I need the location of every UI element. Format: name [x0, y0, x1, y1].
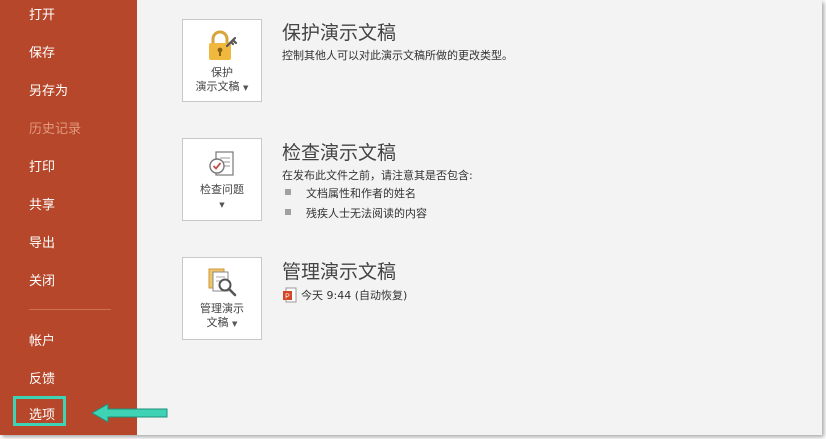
checklist-icon: [209, 151, 234, 176]
inspect-section-description: 在发布此文件之前，请注意其是否包含:: [282, 169, 473, 182]
sidebar-item-save-as[interactable]: 另存为: [29, 80, 68, 99]
backstage-sidebar: 打开 保存 另存为 历史记录 打印 共享 导出 关闭 帐户 反馈 选项: [0, 0, 137, 435]
sidebar-item-export[interactable]: 导出: [29, 232, 55, 251]
inspect-section-title: 检查演示文稿: [282, 142, 397, 164]
protect-section-description: 控制其他人可以对此演示文稿所做的更改类型。: [282, 49, 513, 62]
sidebar-divider: [29, 309, 111, 310]
lock-key-icon: [209, 30, 238, 60]
options-highlight-box: [13, 396, 66, 426]
sidebar-item-feedback[interactable]: 反馈: [29, 368, 55, 387]
sidebar-item-close[interactable]: 关闭: [29, 270, 55, 289]
protect-section-title: 保护演示文稿: [282, 22, 397, 44]
manage-section-title: 管理演示文稿: [282, 261, 397, 283]
sidebar-item-history: 历史记录: [29, 122, 82, 137]
autorecover-version-link[interactable]: 今天 9:44 (自动恢复): [301, 287, 407, 303]
manage-tile-label-line2: 文稿 ▼: [206, 316, 238, 329]
bullet-icon: [285, 189, 291, 195]
dropdown-caret-icon: ▼: [232, 320, 238, 328]
dropdown-caret-icon: ▼: [219, 201, 225, 209]
backstage-window: 打开 保存 另存为 历史记录 打印 共享 导出 关闭 帐户 反馈 选项 保护 演…: [0, 0, 822, 435]
info-content: 保护 演示文稿 ▼ 保护演示文稿 控制其他人可以对此演示文稿所做的更改类型。 检…: [137, 0, 822, 435]
powerpoint-file-icon: P: [283, 287, 297, 303]
sidebar-item-save[interactable]: 保存: [29, 42, 55, 61]
inspect-tile-label: 检查问题: [200, 183, 244, 196]
inspect-bullet-item: 残疾人士无法阅读的内容: [306, 207, 427, 220]
sidebar-item-account[interactable]: 帐户: [29, 330, 55, 349]
manage-tile-label-line1: 管理演示: [200, 302, 244, 315]
inspect-tile-caret: ▼: [183, 197, 261, 212]
dropdown-caret-icon: ▼: [243, 84, 249, 92]
document-search-icon: [208, 268, 237, 297]
protect-tile-label-line1: 保护: [211, 66, 233, 79]
bullet-icon: [285, 209, 291, 215]
sidebar-item-print[interactable]: 打印: [29, 156, 55, 175]
sidebar-item-share[interactable]: 共享: [29, 194, 55, 213]
svg-text:P: P: [285, 294, 290, 301]
manage-presentation-button[interactable]: 管理演示 文稿 ▼: [182, 257, 262, 340]
sidebar-item-open[interactable]: 打开: [29, 4, 55, 23]
protect-tile-label-line2: 演示文稿 ▼: [195, 80, 249, 93]
check-for-issues-button[interactable]: 检查问题 ▼: [182, 138, 262, 221]
inspect-bullet-item: 文档属性和作者的姓名: [306, 187, 416, 200]
protect-presentation-button[interactable]: 保护 演示文稿 ▼: [182, 19, 262, 102]
